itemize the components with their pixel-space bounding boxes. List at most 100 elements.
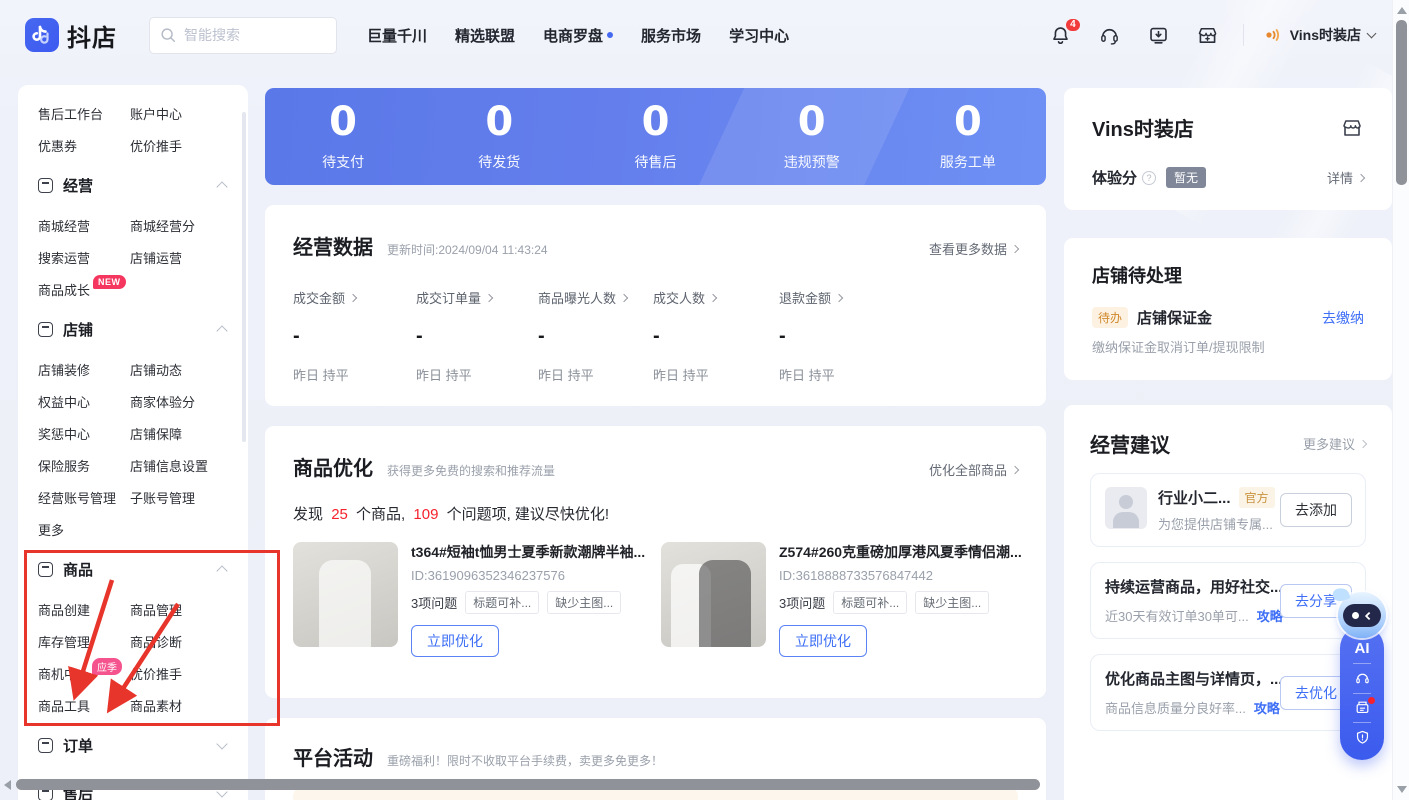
sidebar-section-manage[interactable]: 经营 [18,161,248,209]
horizontal-scrollbar-thumb[interactable] [16,779,1040,790]
app-root: 抖店 巨量千川 精选联盟 电商罗盘 服务市场 学习中心 4 [0,0,1409,800]
metric-refund-amount[interactable]: 退款金额 - 昨日 持平 [779,288,919,384]
optimize-all-link[interactable]: 优化全部商品 [929,460,1018,479]
metric-value: - [538,325,653,348]
suggestion-description: 近30天有效订单30单可... [1105,606,1249,625]
scroll-down-arrow[interactable] [1397,786,1407,793]
summary-text: 个商品, [356,506,405,523]
sidebar-scrollbar[interactable] [242,112,246,442]
scroll-left-arrow[interactable] [4,780,11,790]
sidebar-item-price-promoter[interactable]: 优价推手 [130,136,182,155]
sidebar-row: 商城经营 商城经营分 [18,209,248,241]
metric-exposure-users[interactable]: 商品曝光人数 - 昨日 持平 [538,288,653,384]
stat-pending-aftersale[interactable]: 0 待售后 [577,102,733,172]
product-title: t364#短袖t恤男士夏季新款潮牌半袖... [411,542,645,562]
sidebar-item-shop-info-settings[interactable]: 店铺信息设置 [130,456,208,475]
ai-assistant-robot[interactable] [1338,592,1386,638]
sidebar-item-account-center[interactable]: 账户中心 [130,104,182,123]
add-contact-button[interactable]: 去添加 [1280,493,1352,527]
sidebar-item-inventory-manage[interactable]: 库存管理 [38,632,90,651]
suggestion-card: 优化商品主图与详情页，... 商品信息质量分良好率... 攻略 去优化 [1090,654,1366,731]
nav-alliance[interactable]: 精选联盟 [441,17,529,54]
metric-value: - [779,325,919,348]
metric-label: 成交金额 [293,288,345,307]
nav-qianchuan[interactable]: 巨量千川 [353,17,441,54]
sidebar-section-product[interactable]: 商品 [18,545,248,593]
stat-value: 0 [890,102,1046,142]
sidebar-section-orders[interactable]: 订单 [18,721,248,769]
sidebar-item-price-promoter-2[interactable]: 优价推手 [130,664,182,683]
scroll-up-arrow[interactable] [1397,7,1407,14]
app-logo[interactable]: 抖店 [25,18,117,53]
view-more-data-link[interactable]: 查看更多数据 [929,239,1018,258]
sidebar-row: 库存管理 商品诊断 [18,625,248,657]
vertical-scrollbar[interactable] [1392,0,1409,800]
metric-order-count[interactable]: 成交订单量 - 昨日 持平 [416,288,538,384]
chevron-right-icon [1359,439,1367,447]
sidebar-item-product-diagnosis[interactable]: 商品诊断 [130,632,182,651]
issue-tag: 缺少主图... [547,591,621,614]
douyin-shop-logo-icon [25,18,59,52]
sidebar-item-sub-account-mgmt[interactable]: 子账号管理 [130,488,195,507]
product-id: ID:3618888733576847442 [779,568,1022,583]
sidebar-item-mall-score[interactable]: 商城经营分 [130,216,195,235]
issue-count: 109 [413,506,438,523]
sidebar-item-shop-protection[interactable]: 店铺保障 [130,424,182,443]
sidebar-item-aftersale-workbench[interactable]: 售后工作台 [38,104,103,123]
sidebar-item-shop-operation[interactable]: 店铺运营 [130,248,182,267]
sidebar-item-rights-center[interactable]: 权益中心 [38,392,90,411]
stat-service-tickets[interactable]: 0 服务工单 [890,102,1046,172]
pending-stats-banner: 0 待支付 0 待发货 0 待售后 0 违规预警 0 服务工单 [265,88,1046,185]
sidebar-item-mall-operation[interactable]: 商城经营 [38,216,90,235]
nav-learning-center[interactable]: 学习中心 [715,17,803,54]
optimize-now-button[interactable]: 立即优化 [411,625,499,657]
sidebar-item-merchant-exp-score[interactable]: 商家体验分 [130,392,195,411]
help-icon[interactable]: ? [1142,171,1156,185]
message-inbox-icon[interactable] [1354,699,1371,716]
deposit-label: 店铺保证金 [1137,307,1212,328]
section-title: 商品 [63,559,93,580]
stat-violation-warning[interactable]: 0 违规预警 [734,102,890,172]
score-detail-link[interactable]: 详情 [1327,168,1364,187]
metric-trend: 昨日 持平 [416,365,538,384]
suggestion-card: 持续运营商品，用好社交... 近30天有效订单30单可... 攻略 去分享 [1090,562,1366,639]
sidebar-row: 优惠券 优价推手 [18,129,248,161]
security-shield-icon[interactable] [1354,729,1371,746]
sidebar-item-product-create[interactable]: 商品创建 [38,600,90,619]
sidebar-item-reward-punish-center[interactable]: 奖惩中心 [38,424,90,443]
storefront-icon[interactable] [1340,116,1364,140]
sidebar-item-search-operation[interactable]: 搜索运营 [38,248,90,267]
contact-name: 行业小二... [1158,487,1231,508]
stat-value: 0 [734,102,890,142]
more-suggestions-link[interactable]: 更多建议 [1303,434,1366,453]
sidebar-section-shop[interactable]: 店铺 [18,305,248,353]
sidebar-item-product-manage[interactable]: 商品管理 [130,600,182,619]
pay-deposit-link[interactable]: 去缴纳 [1322,308,1364,328]
metric-paying-users[interactable]: 成交人数 - 昨日 持平 [653,288,779,384]
guide-link[interactable]: 攻略 [1254,698,1280,717]
nav-compass[interactable]: 电商罗盘 [529,17,627,54]
customer-service-float-icon[interactable] [1354,670,1371,687]
optimize-now-button[interactable]: 立即优化 [779,625,867,657]
summary-text: 发现 [293,506,323,523]
guide-link[interactable]: 攻略 [1257,606,1283,625]
sidebar-item-coupons[interactable]: 优惠券 [38,136,77,155]
metric-trend: 昨日 持平 [293,365,416,384]
sidebar-item-product-tools[interactable]: 商品工具 [38,696,90,715]
metric-label: 商品曝光人数 [538,288,616,307]
stat-pending-shipment[interactable]: 0 待发货 [421,102,577,172]
sidebar-item-shop-updates[interactable]: 店铺动态 [130,360,182,379]
metric-gmv[interactable]: 成交金额 - 昨日 持平 [293,288,416,384]
sidebar-item-product-growth[interactable]: 商品成长 [38,280,90,299]
sidebar-item-shop-decoration[interactable]: 店铺装修 [38,360,90,379]
sidebar-item-opportunity-center[interactable]: 商机中心 [38,664,90,683]
vertical-scrollbar-thumb[interactable] [1396,20,1407,185]
nav-service-market[interactable]: 服务市场 [627,17,715,54]
stat-pending-payment[interactable]: 0 待支付 [265,102,421,172]
sidebar-item-insurance-service[interactable]: 保险服务 [38,456,90,475]
search-input[interactable] [149,17,337,54]
sidebar-item-product-material[interactable]: 商品素材 [130,696,182,715]
sidebar-item-business-account-mgmt[interactable]: 经营账号管理 [38,488,116,507]
sidebar-item-more[interactable]: 更多 [38,520,64,539]
ai-button[interactable]: AI [1355,640,1370,657]
